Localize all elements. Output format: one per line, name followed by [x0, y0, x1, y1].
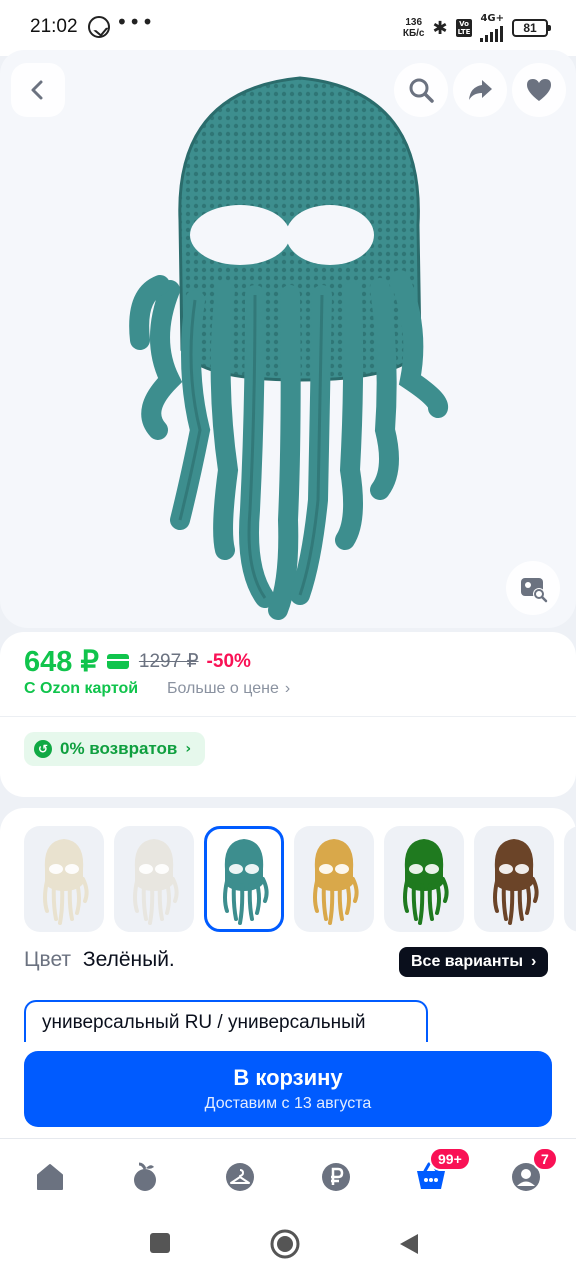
- add-to-cart-title: В корзину: [233, 1065, 343, 1090]
- chevron-right-icon: ›: [531, 953, 537, 970]
- bluetooth-icon: ✱: [432, 17, 448, 39]
- home-system-button[interactable]: [270, 1229, 300, 1259]
- chevron-right-icon: ›: [284, 680, 291, 697]
- bottom-navigation: 99+ 7: [0, 1138, 576, 1210]
- visual-search-button[interactable]: [506, 561, 560, 615]
- status-time: 21:02: [30, 16, 78, 37]
- current-price: 648 ₽: [24, 646, 99, 678]
- chevron-left-icon: [31, 80, 43, 100]
- knit-mask-icon: [493, 839, 539, 925]
- nav-cart[interactable]: 99+: [411, 1147, 471, 1197]
- more-about-price-link[interactable]: Больше о цене ›: [167, 680, 290, 698]
- battery-icon: 81: [512, 19, 551, 37]
- divider: [0, 716, 576, 717]
- nav-fresh[interactable]: [125, 1157, 165, 1197]
- variants-card: Цвет Зелёный. Все варианты › универсальн…: [0, 808, 576, 1138]
- system-navigation-bar: [0, 1210, 576, 1280]
- returns-label: 0% возвратов: [60, 739, 178, 758]
- nav-home[interactable]: [30, 1157, 70, 1197]
- home-icon: [37, 1164, 63, 1190]
- price-info-card: 648 ₽ 1297 ₽ -50% С Ozon картой Больше о…: [0, 632, 576, 797]
- color-row: Цвет Зелёный.: [24, 948, 175, 972]
- ruble-icon: [322, 1163, 350, 1191]
- volte-top: Vo: [459, 20, 469, 28]
- recent-apps-button[interactable]: [149, 1232, 171, 1254]
- network-type: 4G+: [480, 13, 504, 24]
- search-icon: [409, 78, 434, 103]
- back-system-button[interactable]: [398, 1232, 420, 1256]
- visual-search-icon: [521, 578, 548, 603]
- hanger-icon: [226, 1163, 254, 1191]
- signal-group: 4G+: [480, 14, 504, 42]
- status-indicators: 136 КБ/с ✱ Vo LTE 4G+ 81: [403, 14, 551, 42]
- more-about-price-label: Больше о цене: [167, 680, 279, 697]
- delivery-date: Доставим с 13 августа: [204, 1095, 372, 1112]
- knit-mask-icon: [403, 839, 449, 925]
- network-speed-unit: КБ/с: [402, 28, 425, 39]
- color-value: Зелёный.: [82, 948, 175, 971]
- all-variants-label: Все варианты: [411, 953, 523, 970]
- nav-profile[interactable]: 7: [506, 1147, 558, 1197]
- more-notifications-icon: •••: [116, 10, 155, 34]
- product-image: [129, 76, 449, 620]
- knit-mask-icon: [223, 839, 269, 925]
- variant-thumbnail-brown-variant[interactable]: [474, 826, 554, 932]
- signal-icon: [480, 24, 504, 42]
- share-icon: [469, 80, 492, 100]
- network-speed-value: 136: [405, 17, 423, 28]
- variant-thumbnail-more[interactable]: [564, 826, 576, 932]
- fresh-apple-icon: [134, 1162, 156, 1191]
- share-button[interactable]: [453, 63, 507, 117]
- variant-thumbnail-yellow-variant[interactable]: [294, 826, 374, 932]
- knit-mask-icon: [313, 839, 359, 925]
- variant-thumbnail-white-variant[interactable]: [24, 826, 104, 932]
- variant-thumbnail-light-grey-variant[interactable]: [114, 826, 194, 932]
- heart-icon: [527, 79, 551, 101]
- status-bar: 21:02 ••• 136 КБ/с ✱ Vo LTE 4G+ 81: [0, 0, 576, 56]
- favorite-button[interactable]: [512, 63, 566, 117]
- back-button[interactable]: [11, 63, 65, 117]
- volte-bottom: LTE: [457, 28, 471, 36]
- variant-thumbnail-green-variant[interactable]: [384, 826, 464, 932]
- old-price: 1297 ₽: [138, 651, 199, 672]
- size-selector[interactable]: универсальный RU / универсальный: [24, 1000, 428, 1042]
- discount-badge: -50%: [206, 650, 251, 672]
- variant-thumbnail-teal-variant[interactable]: [204, 826, 284, 932]
- ozon-card-icon: [106, 654, 129, 669]
- variant-thumbnails: [24, 826, 576, 932]
- price-row: 648 ₽ 1297 ₽ -50%: [24, 644, 251, 679]
- profile-badge: 7: [532, 1147, 558, 1171]
- nav-finance[interactable]: [316, 1157, 356, 1197]
- add-to-cart-button[interactable]: В корзину Доставим с 13 августа: [24, 1051, 552, 1127]
- cart-badge: 99+: [429, 1147, 471, 1171]
- volte-icon: Vo LTE: [455, 19, 473, 37]
- returns-icon: ↺: [34, 740, 52, 758]
- whatsapp-icon: [88, 16, 110, 38]
- knit-mask-icon: [133, 839, 179, 925]
- ozon-card-label: С Ozon картой: [24, 680, 139, 697]
- chevron-right-icon: ›: [185, 741, 192, 757]
- nav-catalog[interactable]: [220, 1157, 260, 1197]
- search-button[interactable]: [394, 63, 448, 117]
- network-speed: 136 КБ/с: [403, 17, 425, 39]
- knit-mask-icon: [43, 839, 89, 925]
- color-label: Цвет: [24, 948, 72, 971]
- all-variants-button[interactable]: Все варианты ›: [399, 947, 549, 977]
- product-image-gallery[interactable]: [0, 50, 576, 628]
- returns-badge[interactable]: ↺ 0% возвратов ›: [24, 732, 206, 766]
